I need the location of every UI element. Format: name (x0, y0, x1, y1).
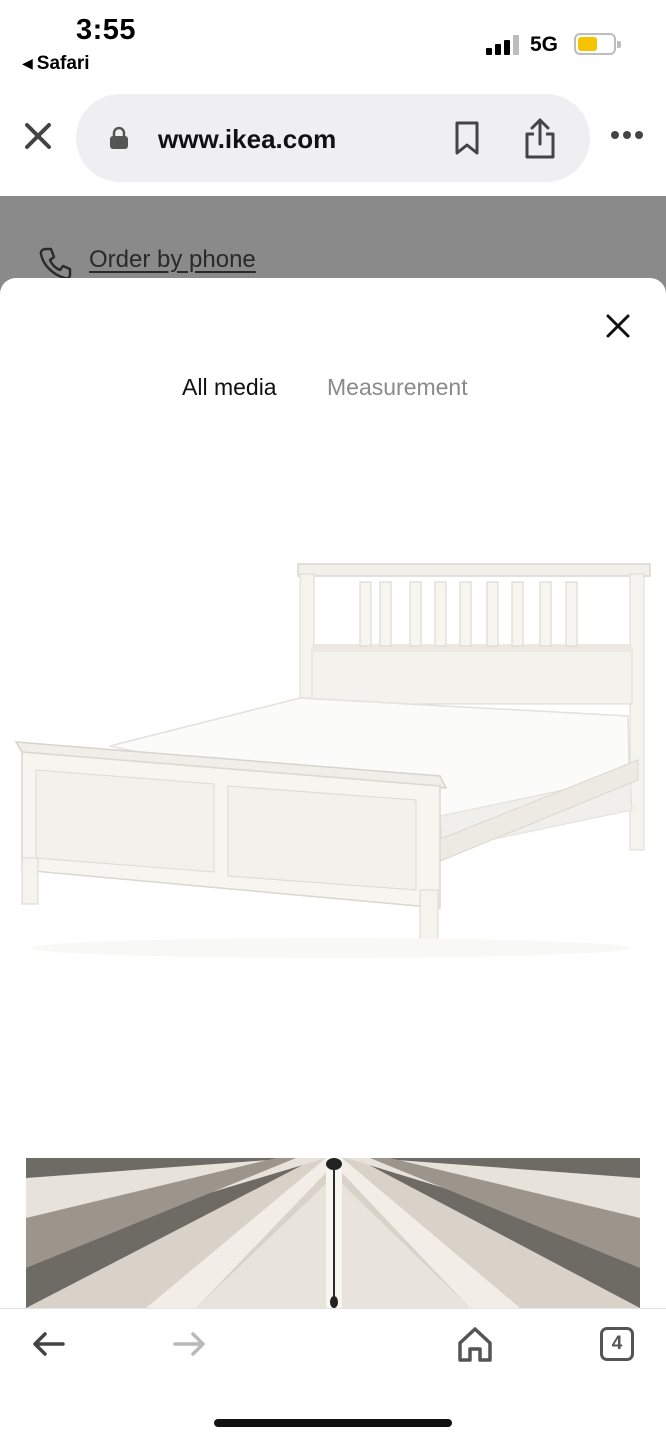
battery-icon (574, 33, 621, 55)
cellular-signal-icon (486, 33, 520, 55)
status-time: 3:55 (76, 14, 137, 46)
forward-arrow-icon[interactable] (172, 1329, 208, 1359)
tab-count: 4 (611, 1333, 623, 1354)
tab-measurement[interactable]: Measurement (327, 374, 468, 401)
back-triangle-icon: ◀ (22, 55, 33, 71)
tabs-icon[interactable]: 4 (600, 1327, 634, 1361)
back-app-label: Safari (36, 53, 90, 74)
home-indicator (214, 1419, 452, 1427)
lock-icon (110, 126, 128, 149)
close-icon[interactable] (22, 120, 54, 152)
media-modal: All media Measurement (0, 278, 666, 1308)
share-icon[interactable] (522, 116, 558, 160)
bookmark-icon[interactable] (452, 120, 482, 156)
media-tabs: All media Measurement (0, 374, 666, 414)
status-bar: 3:55 ◀ Safari 5G (0, 0, 666, 90)
address-bar[interactable]: www.ikea.com (76, 94, 590, 182)
network-type: 5G (530, 33, 559, 56)
tab-all-media[interactable]: All media (182, 374, 277, 401)
order-by-phone-link[interactable]: Order by phone (89, 246, 256, 274)
browser-toolbar: 4 (0, 1308, 666, 1440)
close-icon[interactable] (604, 312, 632, 340)
more-icon[interactable] (610, 130, 644, 140)
url-text: www.ikea.com (158, 124, 337, 154)
bedroom-ceiling-image[interactable] (26, 1158, 640, 1308)
home-icon[interactable] (456, 1325, 494, 1363)
back-arrow-icon[interactable] (30, 1329, 66, 1359)
bed-product-image[interactable] (0, 548, 666, 988)
browser-address-row: www.ikea.com (0, 90, 666, 196)
phone-icon (39, 247, 72, 280)
back-to-app-link[interactable]: ◀ Safari (22, 53, 90, 75)
